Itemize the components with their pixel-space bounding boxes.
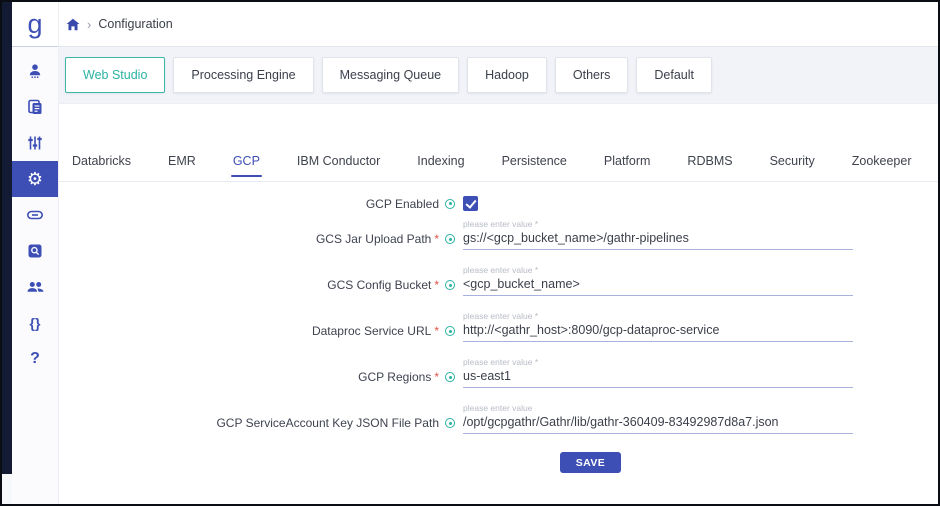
sidebar-item-help[interactable]: ? — [12, 341, 58, 377]
user-icon — [26, 62, 44, 80]
field-hint: please enter value * — [463, 311, 853, 321]
info-icon[interactable] — [445, 199, 455, 209]
field-input[interactable] — [463, 414, 853, 434]
section-tab[interactable]: Security — [770, 154, 815, 181]
field-input-wrap: please enter value * — [463, 265, 853, 296]
field-label: GCP ServiceAccount Key JSON File Path — [73, 416, 455, 434]
users-icon — [26, 278, 45, 296]
category-tab[interactable]: Default — [636, 57, 712, 93]
top-bar: › Configuration — [59, 2, 938, 47]
field-hint: please enter value * — [463, 219, 853, 229]
field-input-wrap: please enter value — [463, 403, 853, 434]
app-logo[interactable]: g — [12, 2, 58, 47]
section-tab[interactable]: GCP — [233, 154, 260, 181]
sidebar-item-user[interactable] — [12, 53, 58, 89]
field-label: GCS Config Bucket* — [73, 278, 455, 296]
section-tab[interactable]: Persistence — [502, 154, 567, 181]
category-tab[interactable]: Web Studio — [65, 57, 165, 93]
section-tab[interactable]: EMR — [168, 154, 196, 181]
search-document-icon — [26, 242, 44, 260]
required-marker: * — [434, 232, 439, 246]
sidebar-item-users[interactable] — [12, 269, 58, 305]
documents-icon — [26, 98, 44, 116]
section-tab-bar: Databricks EMR GCP IBM Conductor Indexin… — [59, 154, 938, 182]
left-rail-bottom — [2, 474, 12, 504]
info-icon[interactable] — [445, 234, 455, 244]
field-input[interactable] — [463, 230, 853, 250]
icon-sidebar: g ⚙ — [12, 2, 59, 504]
left-rail — [2, 2, 12, 504]
category-tab[interactable]: Processing Engine — [173, 57, 313, 93]
required-marker: * — [434, 278, 439, 292]
field-input[interactable] — [463, 322, 853, 342]
content-area: Databricks EMR GCP IBM Conductor Indexin… — [59, 104, 938, 504]
sidebar-item-audit-search[interactable] — [12, 233, 58, 269]
field-label: GCP Regions* — [73, 370, 455, 388]
home-icon[interactable] — [66, 18, 80, 31]
required-marker: * — [434, 324, 439, 338]
sidebar-item-settings[interactable]: ⚙ — [12, 161, 58, 197]
gear-icon: ⚙ — [27, 170, 43, 188]
logo-glyph: g — [27, 11, 42, 38]
sidebar-item-documents[interactable] — [12, 89, 58, 125]
field-input-wrap: please enter value * — [463, 311, 853, 342]
config-form: GCP Enabled GCS Jar Upload Path* please … — [59, 196, 938, 473]
main-area: › Configuration Web Studio Processing En… — [59, 2, 938, 504]
sidebar-item-code[interactable]: {} — [12, 305, 58, 341]
info-icon[interactable] — [445, 280, 455, 290]
section-tab[interactable]: IBM Conductor — [297, 154, 380, 181]
field-input[interactable] — [463, 368, 853, 388]
section-tab[interactable]: Databricks — [72, 154, 131, 181]
form-row: GCS Jar Upload Path* please enter value … — [73, 219, 938, 250]
form-row: GCP Enabled — [73, 196, 938, 211]
field-hint: please enter value * — [463, 357, 853, 367]
field-label: Dataproc Service URL* — [73, 324, 455, 342]
form-row: GCP ServiceAccount Key JSON File Path pl… — [73, 403, 938, 434]
required-marker: * — [434, 370, 439, 384]
field-input[interactable] — [463, 276, 853, 296]
app-window: g ⚙ — [0, 0, 940, 506]
category-tab[interactable]: Hadoop — [467, 57, 547, 93]
sidebar-item-sliders[interactable] — [12, 125, 58, 161]
sidebar-nav: ⚙ {} ? — [12, 47, 58, 377]
section-tab[interactable]: Indexing — [417, 154, 464, 181]
category-tab[interactable]: Messaging Queue — [322, 57, 459, 93]
form-row: GCS Config Bucket* please enter value * — [73, 265, 938, 296]
left-rail-dark — [2, 2, 12, 474]
category-tab-bar: Web Studio Processing Engine Messaging Q… — [59, 47, 938, 104]
braces-icon: {} — [30, 316, 41, 330]
checkbox[interactable] — [463, 196, 478, 211]
section-tab[interactable]: RDBMS — [687, 154, 732, 181]
section-tab[interactable]: Platform — [604, 154, 651, 181]
section-tab[interactable]: Zookeeper — [852, 154, 912, 181]
info-icon[interactable] — [445, 326, 455, 336]
category-tab[interactable]: Others — [555, 57, 629, 93]
sliders-icon — [26, 134, 44, 152]
form-row: Dataproc Service URL* please enter value… — [73, 311, 938, 342]
field-input-wrap: please enter value * — [463, 219, 853, 250]
field-hint: please enter value — [463, 403, 853, 413]
breadcrumb-separator: › — [87, 18, 91, 31]
breadcrumb-current: Configuration — [98, 17, 172, 31]
info-icon[interactable] — [445, 418, 455, 428]
help-icon: ? — [30, 351, 40, 367]
sidebar-item-link[interactable] — [12, 197, 58, 233]
link-icon — [26, 206, 44, 224]
field-hint: please enter value * — [463, 265, 853, 275]
save-button[interactable]: SAVE — [560, 452, 621, 473]
info-icon[interactable] — [445, 372, 455, 382]
field-input-wrap: please enter value * — [463, 357, 853, 388]
form-row: GCP Regions* please enter value * — [73, 357, 938, 388]
field-label: GCP Enabled — [73, 197, 455, 211]
field-label: GCS Jar Upload Path* — [73, 232, 455, 250]
